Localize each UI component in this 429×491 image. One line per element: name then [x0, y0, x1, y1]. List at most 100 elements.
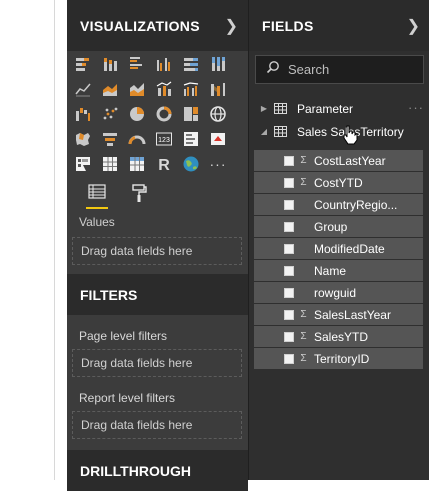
donut-chart-icon[interactable]	[155, 105, 173, 123]
more-visuals-icon[interactable]: ···	[209, 155, 227, 173]
r-script-visual-icon[interactable]: R	[155, 155, 173, 173]
line-and-stacked-column-icon[interactable]	[155, 80, 173, 98]
collapse-triangle-icon[interactable]: ◢	[258, 127, 270, 136]
stacked-column-chart-icon[interactable]	[101, 55, 119, 73]
search-icon	[266, 60, 280, 79]
page-level-filters-label: Page level filters	[79, 329, 168, 343]
globe-map-icon[interactable]	[182, 155, 200, 173]
field-item[interactable]: CountryRegio...	[254, 194, 423, 216]
clustered-column-chart-icon[interactable]	[155, 55, 173, 73]
field-checkbox[interactable]	[284, 287, 294, 298]
format-paint-roller-icon[interactable]	[128, 183, 150, 207]
report-level-filters-label: Report level filters	[79, 391, 176, 405]
report-canvas-edge	[0, 0, 55, 480]
field-name: SalesLastYear	[314, 307, 391, 322]
table-icon[interactable]	[101, 155, 119, 173]
map-icon[interactable]	[209, 105, 227, 123]
card-icon[interactable]: 123	[155, 130, 173, 148]
table-name: Parameter	[297, 101, 354, 116]
drillthrough-title: DRILLTHROUGH	[67, 450, 248, 491]
field-name: CostLastYear	[314, 153, 386, 168]
field-name: CostYTD	[314, 175, 363, 190]
table-parameter[interactable]: ▶ Parameter ···	[249, 97, 429, 120]
100-stacked-column-chart-icon[interactable]	[209, 55, 227, 73]
report-filters-dropzone[interactable]: Drag data fields here	[72, 411, 242, 439]
visualizations-pane: VISUALIZATIONS ❯ 123 R ··· Values Drag d…	[67, 0, 248, 491]
sigma-icon: Σ	[300, 331, 307, 342]
treemap-icon[interactable]	[182, 105, 200, 123]
field-item[interactable]: Group	[254, 216, 423, 238]
field-checkbox[interactable]	[284, 155, 294, 166]
scatter-chart-icon[interactable]	[101, 105, 119, 123]
field-checkbox[interactable]	[284, 353, 294, 364]
table-grid-icon	[274, 126, 287, 137]
kpi-icon[interactable]	[209, 130, 227, 148]
gauge-icon[interactable]	[128, 130, 146, 148]
sigma-icon: Σ	[300, 353, 307, 364]
filled-map-icon[interactable]	[74, 130, 92, 148]
clustered-bar-chart-icon[interactable]	[128, 55, 146, 73]
field-name: TerritoryID	[314, 351, 370, 366]
visual-gallery: 123 R ···	[67, 51, 248, 177]
field-item[interactable]: Σ SalesLastYear	[254, 304, 423, 326]
field-name: Group	[314, 219, 348, 234]
sigma-icon: Σ	[300, 309, 307, 320]
sigma-icon: Σ	[300, 155, 307, 166]
fields-header: FIELDS ❯	[249, 0, 429, 51]
matrix-icon[interactable]	[128, 155, 146, 173]
table-grid-icon	[274, 103, 287, 114]
more-options-icon[interactable]: ···	[408, 100, 424, 115]
line-and-clustered-column-icon[interactable]	[182, 80, 200, 98]
multi-row-card-icon[interactable]	[182, 130, 200, 148]
field-checkbox[interactable]	[284, 265, 294, 276]
ribbon-chart-icon[interactable]	[209, 80, 227, 98]
values-dropzone[interactable]: Drag data fields here	[72, 237, 242, 265]
filters-title: FILTERS	[67, 274, 248, 315]
field-item[interactable]: ModifiedDate	[254, 238, 423, 260]
visualizations-title: VISUALIZATIONS	[80, 17, 200, 34]
field-checkbox[interactable]	[284, 177, 294, 188]
slicer-icon[interactable]	[74, 155, 92, 173]
table-sales-territory[interactable]: ◢ Sales SalesTerritory	[249, 120, 429, 143]
field-name: Name	[314, 263, 347, 278]
fields-title: FIELDS	[262, 17, 314, 34]
100-stacked-bar-chart-icon[interactable]	[182, 55, 200, 73]
field-item[interactable]: Name	[254, 260, 423, 282]
page-filters-dropzone[interactable]: Drag data fields here	[72, 349, 242, 377]
field-item[interactable]: Σ CostYTD	[254, 172, 423, 194]
waterfall-chart-icon[interactable]	[74, 105, 92, 123]
pie-chart-icon[interactable]	[128, 105, 146, 123]
funnel-icon[interactable]	[101, 130, 119, 148]
fields-search-input[interactable]: Search	[255, 55, 424, 84]
fields-pane: FIELDS ❯ Search ▶ Parameter ··· ◢ Sales …	[248, 0, 429, 480]
stacked-bar-chart-icon[interactable]	[74, 55, 92, 73]
field-checkbox[interactable]	[284, 243, 294, 254]
sigma-icon: Σ	[300, 177, 307, 188]
chevron-right-icon[interactable]: ❯	[225, 16, 238, 36]
field-checkbox[interactable]	[284, 331, 294, 342]
hand-cursor-icon	[342, 125, 358, 150]
field-checkbox[interactable]	[284, 199, 294, 210]
svg-text:R: R	[158, 157, 170, 173]
field-name: ModifiedDate	[314, 241, 385, 256]
field-item[interactable]: Σ TerritoryID	[254, 348, 423, 370]
field-item[interactable]: rowguid	[254, 282, 423, 304]
line-chart-icon[interactable]	[74, 80, 92, 98]
search-placeholder: Search	[288, 62, 330, 77]
field-item[interactable]: Σ CostLastYear	[254, 150, 423, 172]
values-label: Values	[79, 215, 115, 229]
field-name: CountryRegio...	[314, 197, 398, 212]
area-chart-icon[interactable]	[101, 80, 119, 98]
field-list: Σ CostLastYear Σ CostYTD CountryRegio... Grou…	[254, 150, 423, 370]
field-checkbox[interactable]	[284, 221, 294, 232]
chevron-right-icon[interactable]: ❯	[407, 16, 420, 36]
field-name: SalesYTD	[314, 329, 369, 344]
fields-well-icon[interactable]	[86, 183, 108, 209]
stacked-area-chart-icon[interactable]	[128, 80, 146, 98]
field-checkbox[interactable]	[284, 309, 294, 320]
field-item[interactable]: Σ SalesYTD	[254, 326, 423, 348]
visual-tools	[67, 177, 248, 209]
expand-triangle-icon[interactable]: ▶	[258, 104, 270, 113]
field-name: rowguid	[314, 285, 357, 300]
svg-text:123: 123	[158, 137, 170, 144]
